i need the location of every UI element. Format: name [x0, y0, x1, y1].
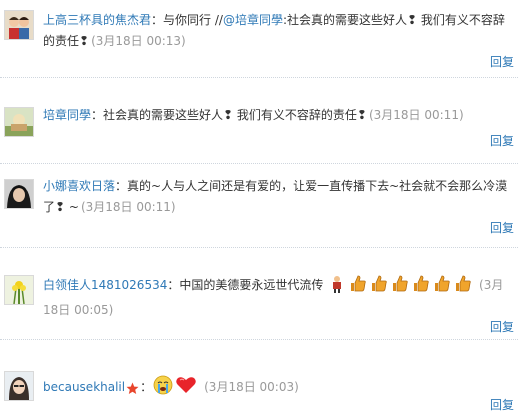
timestamp: (3月18日 00:11) — [368, 108, 464, 122]
reply-button[interactable]: 回复 — [490, 132, 514, 149]
comment-text: 白领佳人1481026534：中国的美德要永远世代流传 (3月18日 00:05… — [43, 274, 511, 321]
crying-face-icon — [153, 375, 173, 402]
person-icon — [328, 275, 346, 300]
avatar[interactable] — [4, 107, 34, 137]
reply-button[interactable]: 回复 — [490, 219, 514, 236]
comment-body: 中国的美德要永远世代流传 — [179, 278, 324, 292]
comment-item: 上高三杯具的焦杰君：与你同行 //@培章同學:社会真的需要这些好人❢ 我们有义不… — [0, 0, 518, 78]
username-link[interactable]: 小娜喜欢日落 — [43, 179, 115, 193]
comment-item: 小娜喜欢日落：真的~人与人之间还是有爱的，让爱一直传播下去~社会就不会那么冷漠了… — [0, 164, 518, 248]
thumbs-up-icon — [453, 274, 472, 300]
username-link[interactable]: 培章同學 — [43, 108, 91, 122]
separator: ： — [151, 13, 164, 27]
comment-body: 与你同行 // — [163, 13, 223, 27]
comment-item: becausekhalil ： (3月18日 00:03) 回复 — [0, 340, 518, 412]
mention-link[interactable]: @培章同學 — [223, 13, 283, 27]
separator: ： — [91, 108, 104, 122]
username-link[interactable]: 上高三杯具的焦杰君 — [43, 13, 151, 27]
comment-text: 上高三杯具的焦杰君：与你同行 //@培章同學:社会真的需要这些好人❢ 我们有义不… — [43, 10, 513, 52]
reply-button[interactable]: 回复 — [490, 396, 514, 413]
heart-icon — [175, 375, 197, 402]
username-link[interactable]: 白领佳人1481026534 — [43, 278, 167, 292]
timestamp: (3月18日 00:11) — [80, 200, 176, 214]
thumbs-up-icon — [369, 274, 388, 300]
star-badge-icon — [126, 381, 139, 402]
avatar[interactable] — [4, 371, 34, 401]
timestamp: (3月18日 00:13) — [91, 34, 186, 48]
comment-feed: 上高三杯具的焦杰君：与你同行 //@培章同學:社会真的需要这些好人❢ 我们有义不… — [0, 0, 518, 412]
separator: ： — [167, 278, 180, 292]
avatar[interactable] — [4, 179, 34, 209]
thumbs-up-icon — [348, 274, 367, 300]
comment-text: 培章同學：社会真的需要这些好人❢ 我们有义不容辞的责任❢ (3月18日 00:11… — [43, 105, 513, 126]
thumbs-up-icon — [411, 274, 430, 300]
comment-body: 社会真的需要这些好人❢ 我们有义不容辞的责任❢ — [103, 108, 367, 122]
comment-item: 培章同學：社会真的需要这些好人❢ 我们有义不容辞的责任❢ (3月18日 00:11… — [0, 78, 518, 164]
separator: ： — [115, 179, 128, 193]
thumbs-up-icon — [390, 274, 409, 300]
comment-text: becausekhalil ： (3月18日 00:03) — [43, 375, 513, 402]
reply-button[interactable]: 回复 — [490, 318, 514, 335]
reply-button[interactable]: 回复 — [490, 53, 514, 70]
comment-item: 白领佳人1481026534：中国的美德要永远世代流传 (3月18日 00:05… — [0, 248, 518, 340]
comment-text: 小娜喜欢日落：真的~人与人之间还是有爱的，让爱一直传播下去~社会就不会那么冷漠了… — [43, 176, 513, 218]
avatar[interactable] — [4, 275, 34, 305]
avatar[interactable] — [4, 10, 34, 40]
thumbs-up-icon — [432, 274, 451, 300]
separator: ： — [140, 380, 153, 394]
timestamp: (3月18日 00:03) — [204, 380, 299, 394]
username-link[interactable]: becausekhalil — [43, 380, 125, 394]
